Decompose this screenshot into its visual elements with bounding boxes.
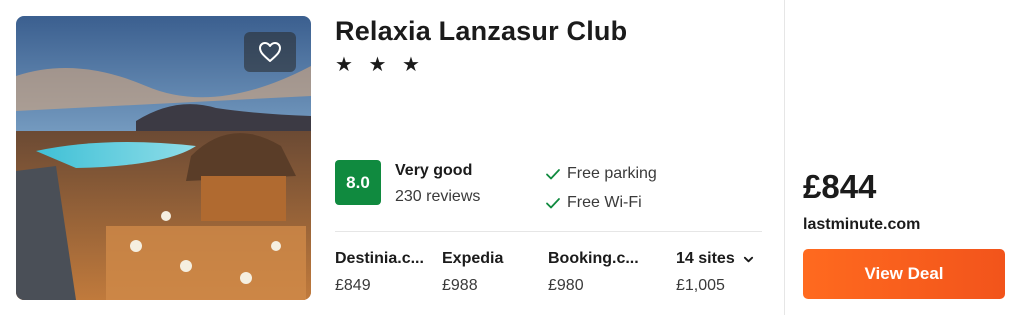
amenity-free-wifi: Free Wi-Fi — [545, 194, 642, 212]
site-price-destinia[interactable]: Destinia.c... £849 — [335, 250, 424, 295]
favorite-button[interactable] — [244, 32, 296, 72]
hotel-name[interactable]: Relaxia Lanzasur Club — [335, 16, 627, 47]
site-price: £980 — [548, 277, 584, 294]
view-deal-button[interactable]: View Deal — [803, 249, 1005, 299]
more-sites-dropdown[interactable]: 14 sites £1,005 — [676, 250, 754, 295]
heart-icon — [259, 42, 281, 62]
hotel-result-card: Relaxia Lanzasur Club ★ ★ ★ 8.0 Very goo… — [0, 0, 1024, 315]
sites-count: 14 sites — [676, 250, 735, 267]
amenity-free-parking: Free parking — [545, 165, 657, 183]
review-count[interactable]: 230 reviews — [395, 188, 480, 206]
amenity-label: Free Wi-Fi — [567, 194, 642, 211]
review-score-badge: 8.0 — [335, 160, 381, 205]
best-deal-price: £844 — [803, 168, 877, 205]
rating-label: Very good — [395, 162, 473, 179]
divider — [784, 0, 785, 315]
amenity-label: Free parking — [567, 165, 657, 182]
site-price-expedia[interactable]: Expedia £988 — [442, 250, 503, 295]
more-sites-label: 14 sites — [676, 250, 754, 268]
site-price-booking[interactable]: Booking.c... £980 — [548, 250, 639, 295]
chevron-down-icon — [743, 256, 753, 262]
deal-provider: lastminute.com — [803, 216, 921, 233]
site-name: Expedia — [442, 250, 504, 267]
site-name: Booking.c... — [548, 250, 639, 267]
check-icon — [546, 198, 560, 209]
divider — [335, 231, 762, 232]
site-price: £1,005 — [676, 277, 725, 294]
star-rating: ★ ★ ★ — [335, 54, 425, 76]
site-price: £988 — [442, 277, 478, 294]
check-icon — [546, 169, 560, 180]
site-name: Destinia.c... — [335, 250, 424, 267]
site-price: £849 — [335, 277, 371, 294]
